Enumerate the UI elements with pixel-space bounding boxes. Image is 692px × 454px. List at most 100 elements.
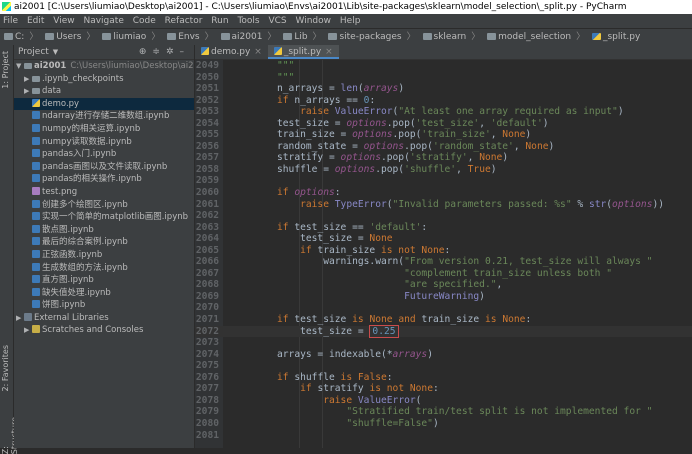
tree-item[interactable]: 缺失值处理.ipynb	[14, 287, 194, 300]
code-line[interactable]: 2075	[195, 360, 692, 372]
code-line[interactable]: 2055 train_size = options.pop('train_size…	[195, 129, 692, 141]
tree-item[interactable]: 散点图.ipynb	[14, 224, 194, 237]
scratches-icon	[32, 325, 40, 334]
breadcrumb-item[interactable]: Envs 〉	[167, 29, 214, 45]
breadcrumb-item[interactable]: Lib 〉	[283, 29, 322, 45]
code-line[interactable]: 2057 stratify = options.pop('stratify', N…	[195, 152, 692, 164]
close-icon[interactable]: ×	[325, 47, 333, 57]
code-line[interactable]: 2073	[195, 337, 692, 349]
code-line[interactable]: 2063 if test_size == 'default':	[195, 222, 692, 234]
collapse-icon[interactable]: ≑	[152, 47, 166, 57]
tree-external-libraries[interactable]: ▶ External Libraries	[14, 312, 194, 325]
breadcrumb-item[interactable]: Users 〉	[45, 29, 95, 45]
code-line[interactable]: 2079 "Stratified train/test split is not…	[195, 406, 692, 418]
tree-item[interactable]: numpy读取数据.ipynb	[14, 136, 194, 149]
tree-item[interactable]: pandas的相关操作.ipynb	[14, 173, 194, 186]
project-view-selector[interactable]: Project	[18, 47, 49, 57]
folder-icon	[102, 33, 112, 40]
close-icon[interactable]: ×	[254, 47, 262, 57]
tree-item[interactable]: pandas画图以及文件读取.ipynb	[14, 161, 194, 174]
chevron-down-icon[interactable]: ▼	[53, 48, 58, 56]
tree-item[interactable]: 创建多个绘图区.ipynb	[14, 199, 194, 212]
tree-item[interactable]: ▶ .ipynb_checkpoints	[14, 73, 194, 86]
breadcrumb-item[interactable]: site-packages 〉	[328, 29, 416, 45]
code-line[interactable]: 2074 arrays = indexable(*arrays)	[195, 349, 692, 361]
menu-file[interactable]: File	[3, 16, 18, 26]
code-line[interactable]: 2069 FutureWarning)	[195, 291, 692, 303]
tree-item[interactable]: 直方图.ipynb	[14, 274, 194, 287]
code-line[interactable]: 2049 """	[195, 60, 692, 72]
code-line[interactable]: 2068 "are specified.",	[195, 279, 692, 291]
breadcrumb-item[interactable]: model_selection 〉	[487, 29, 585, 45]
line-number: 2064	[195, 233, 219, 245]
line-number: 2068	[195, 279, 219, 291]
code-line[interactable]: 2052 if n_arrays == 0:	[195, 95, 692, 107]
code-line[interactable]: 2050 """	[195, 72, 692, 84]
tree-scratches[interactable]: ▶ Scratches and Consoles	[14, 324, 194, 337]
menu-run[interactable]: Run	[211, 16, 228, 26]
hide-icon[interactable]: –	[180, 47, 191, 57]
code-line[interactable]: 2051 n_arrays = len(arrays)	[195, 83, 692, 95]
code-line[interactable]: 2061 raise TypeError("Invalid parameters…	[195, 199, 692, 211]
notebook-icon	[32, 212, 40, 221]
tree-item[interactable]: 实现一个简单的matplotlib画图.ipynb	[14, 211, 194, 224]
code-text: stratify = options.pop('stratify', None)	[277, 152, 509, 164]
tree-item[interactable]: 饼图.ipynb	[14, 299, 194, 312]
menu-navigate[interactable]: Navigate	[83, 16, 123, 26]
tree-item[interactable]: test.png	[14, 186, 194, 199]
tree-item[interactable]: pandas入门.ipynb	[14, 148, 194, 161]
tree-item[interactable]: ▶ data	[14, 85, 194, 98]
code-text: "are specified.",	[404, 279, 503, 291]
tab-split-py[interactable]: _split.py ×	[267, 45, 339, 59]
code-line[interactable]: 2077 if stratify is not None:	[195, 383, 692, 395]
tree-item[interactable]: ndarray进行存储二维数组.ipynb	[14, 110, 194, 123]
code-line[interactable]: 2066 warnings.warn("From version 0.21, t…	[195, 256, 692, 268]
tree-root[interactable]: ▼ai2001C:\Users\liumiao\Desktop\ai2001	[14, 60, 194, 73]
menu-help[interactable]: Help	[340, 16, 361, 26]
breadcrumb-item[interactable]: sklearn 〉	[422, 29, 480, 45]
tab-demo-py[interactable]: demo.py ×	[195, 45, 268, 59]
breadcrumb-item[interactable]: _split.py	[591, 29, 640, 45]
tree-item[interactable]: demo.py	[14, 97, 194, 111]
code-line[interactable]: 2081	[195, 430, 692, 442]
line-number: 2062	[195, 210, 219, 222]
code-line[interactable]: 2071 if test_size is None and train_size …	[195, 314, 692, 326]
menu-window[interactable]: Window	[296, 16, 332, 26]
code-line[interactable]: 2060 if options:	[195, 187, 692, 199]
line-number: 2055	[195, 129, 219, 141]
menu-view[interactable]: View	[53, 16, 74, 26]
code-area[interactable]: 2049 """ 2050 """ 2051 n_arrays = len(arrays)…	[195, 60, 692, 448]
tool-favorites[interactable]: 2: Favorites	[1, 345, 10, 391]
breadcrumb-item[interactable]: C: 〉	[4, 29, 38, 45]
tree-item[interactable]: 最后的综合案例.ipynb	[14, 236, 194, 249]
gear-icon[interactable]: ✲	[166, 47, 180, 57]
code-line[interactable]: 2067 "complement train_size unless both …	[195, 268, 692, 280]
menu-edit[interactable]: Edit	[27, 16, 44, 26]
code-line[interactable]: 2054 test_size = options.pop('test_size',…	[195, 118, 692, 130]
code-line[interactable]: 2062	[195, 210, 692, 222]
menu-vcs[interactable]: VCS	[268, 16, 286, 26]
code-line[interactable]: 2064 test_size = None	[195, 233, 692, 245]
tree-item[interactable]: 正弦函数.ipynb	[14, 249, 194, 262]
code-line[interactable]: 2053 raise ValueError("At least one arra…	[195, 106, 692, 118]
tool-project[interactable]: 1: Project	[1, 51, 10, 89]
tree-item[interactable]: numpy的相关运算.ipynb	[14, 123, 194, 136]
code-line[interactable]: 2070	[195, 302, 692, 314]
breadcrumb-item[interactable]: liumiao 〉	[102, 29, 160, 45]
menu-tools[interactable]: Tools	[237, 16, 259, 26]
code-line[interactable]: 2065 if train_size is not None:	[195, 245, 692, 257]
code-line[interactable]: 2080 "shuffle=False")	[195, 418, 692, 430]
notebook-icon	[32, 174, 40, 183]
menu-refactor[interactable]: Refactor	[165, 16, 203, 26]
code-line[interactable]: 2059	[195, 175, 692, 187]
menu-code[interactable]: Code	[133, 16, 156, 26]
code-line[interactable]: 2058 shuffle = options.pop('shuffle', Tru…	[195, 164, 692, 176]
breadcrumb-item[interactable]: ai2001 〉	[220, 29, 276, 45]
code-line[interactable]: 2076 if shuffle is False:	[195, 372, 692, 384]
locate-icon[interactable]: ⊕	[139, 47, 153, 57]
code-line[interactable]: 2072 test_size = 0.25	[195, 324, 692, 338]
code-line[interactable]: 2056 random_state = options.pop('random_s…	[195, 141, 692, 153]
tree-item[interactable]: 生成数组的方法.ipynb	[14, 262, 194, 275]
code-text: if stratify is not None:	[300, 383, 439, 395]
code-line[interactable]: 2078 raise ValueError(	[195, 395, 692, 407]
